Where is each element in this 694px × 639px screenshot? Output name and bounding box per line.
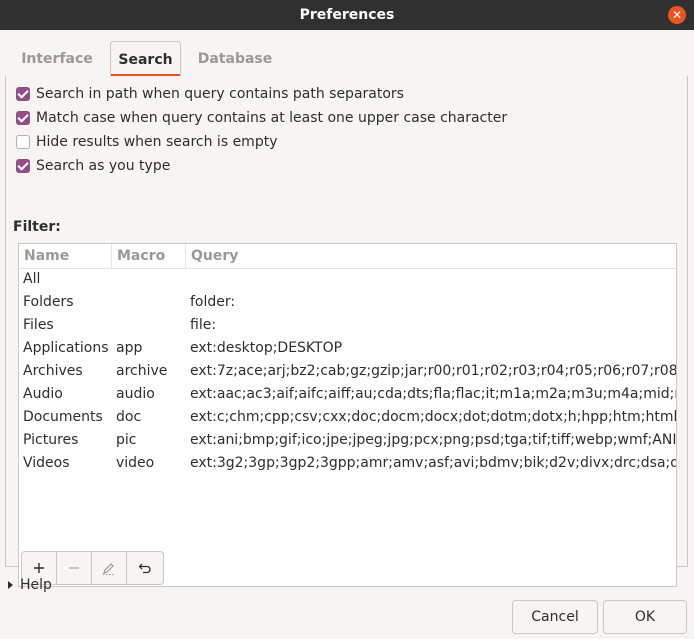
cell-query: ext:c;chm;cpp;csv;cxx;doc;docm;docx;dot;… [190,409,676,425]
table-row[interactable]: Files file: [19,314,676,337]
checkbox-hide-results[interactable] [16,135,30,149]
cell-name: Documents [23,409,103,425]
table-row[interactable]: Audio audio ext:aac;ac3;aif;aifc;aiff;au… [19,383,676,406]
close-icon: ✕ [671,8,683,22]
cell-macro: audio [116,386,155,402]
cell-name: Files [23,317,54,333]
cell-query: ext:aac;ac3;aif;aifc;aiff;au;cda;dts;fla… [190,386,676,402]
help-expander[interactable]: Help [8,575,52,595]
cell-name: All [23,271,41,287]
preferences-notebook: Interface Search Database Search in path… [5,41,688,587]
column-header-name[interactable]: Name [19,244,112,268]
cell-query: ext:3g2;3gp;3gp2;3gpp;amr;amv;asf;avi;bd… [190,455,676,471]
cell-macro: archive [116,363,168,379]
expander-arrow-icon [8,581,13,589]
title-bar: Preferences ✕ [0,0,694,30]
cell-query: file: [190,317,217,333]
column-header-query[interactable]: Query [186,244,676,268]
table-row[interactable]: Videos video ext:3g2;3gp;3gp2;3gpp;amr;a… [19,452,676,475]
option-label: Hide results when search is empty [36,134,278,150]
checkbox-match-case[interactable] [16,111,30,125]
ok-button[interactable]: OK [603,600,687,634]
cell-name: Videos [23,455,70,471]
cell-name: Applications [23,340,109,356]
checkbox-search-in-path[interactable] [16,87,30,101]
cell-macro: doc [116,409,142,425]
table-row[interactable]: Folders folder: [19,291,676,314]
table-row[interactable]: Documents doc ext:c;chm;cpp;csv;cxx;doc;… [19,406,676,429]
remove-filter-button[interactable] [57,552,92,584]
minus-icon [69,567,79,569]
tab-interface[interactable]: Interface [13,41,101,76]
search-page: Search in path when query contains path … [5,76,688,587]
cell-macro: pic [116,432,137,448]
cell-query: ext:desktop;DESKTOP [190,340,343,356]
table-row[interactable]: Applications app ext:desktop;DESKTOP [19,337,676,360]
cell-macro: app [116,340,143,356]
option-label: Match case when query contains at least … [36,110,508,126]
help-label: Help [20,577,52,593]
close-button[interactable]: ✕ [668,6,686,24]
option-hide-results[interactable]: Hide results when search is empty [16,132,277,152]
window-title: Preferences [299,7,395,23]
option-match-case[interactable]: Match case when query contains at least … [16,108,507,128]
filter-label: Filter: [13,219,61,235]
cell-macro: video [116,455,155,471]
cell-query: ext:ani;bmp;gif;ico;jpe;jpeg;jpg;pcx;png… [190,432,676,448]
cell-name: Audio [23,386,63,402]
restore-defaults-button[interactable] [127,552,162,584]
undo-icon [138,563,151,574]
cell-query: folder: [190,294,236,310]
cell-query: ext:7z;ace;arj;bz2;cab;gz;gzip;jar;r00;r… [190,363,676,379]
tab-search[interactable]: Search [110,41,181,77]
cell-name: Pictures [23,432,79,448]
table-row[interactable]: All [19,268,676,291]
option-label: Search in path when query contains path … [36,86,404,102]
table-row[interactable]: Archives archive ext:7z;ace;arj;bz2;cab;… [19,360,676,383]
cell-name: Folders [23,294,74,310]
pencil-icon [103,563,115,575]
cancel-button[interactable]: Cancel [512,600,598,634]
table-header: Name Macro Query [19,244,676,269]
filter-table: Name Macro Query All Folders folder: Fil… [18,243,677,587]
plus-icon [34,563,44,573]
option-search-as-you-type[interactable]: Search as you type [16,156,170,176]
option-search-in-path[interactable]: Search in path when query contains path … [16,84,404,104]
edit-filter-button[interactable] [92,552,127,584]
tab-database[interactable]: Database [191,41,279,76]
option-label: Search as you type [36,158,171,174]
checkbox-search-as-you-type[interactable] [16,159,30,173]
tab-bar: Interface Search Database [5,41,688,77]
table-row[interactable]: Pictures pic ext:ani;bmp;gif;ico;jpe;jpe… [19,429,676,452]
column-header-macro[interactable]: Macro [112,244,186,268]
cell-name: Archives [23,363,83,379]
